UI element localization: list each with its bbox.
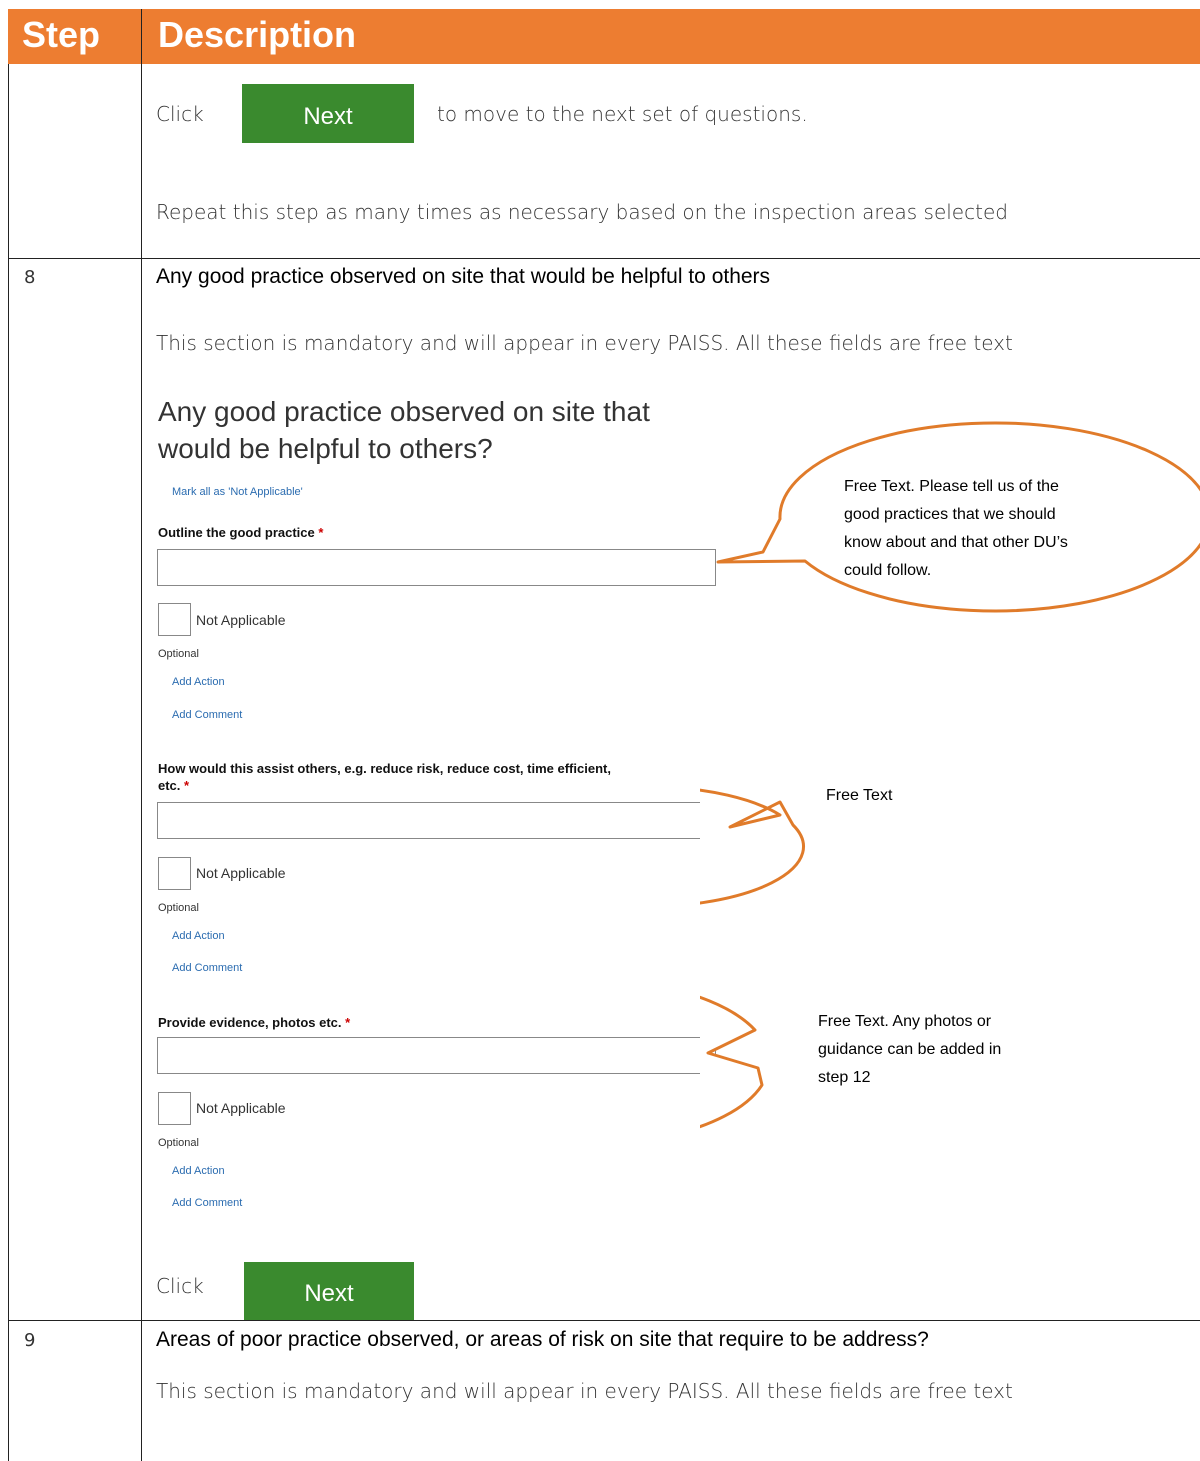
- table-left-border: [8, 64, 9, 1461]
- add-action-link[interactable]: Add Action: [172, 676, 225, 688]
- not-applicable-label: Not Applicable: [196, 612, 286, 628]
- not-applicable-label: Not Applicable: [196, 865, 286, 881]
- header-description: Description: [158, 14, 357, 55]
- callout-text-1: Free Text. Please tell us of the good pr…: [844, 478, 1068, 579]
- add-action-link[interactable]: Add Action: [172, 1165, 225, 1177]
- text-input[interactable]: [157, 1037, 716, 1074]
- step-intro: This section is mandatory and will appea…: [156, 1379, 1013, 1403]
- next-instruction: to move to the next set of questions.: [437, 102, 808, 126]
- row-divider: [8, 258, 1200, 259]
- optional-label: Optional: [158, 648, 199, 660]
- add-comment-link[interactable]: Add Comment: [172, 709, 242, 721]
- question-label: Provide evidence, photos etc. *: [158, 1015, 351, 1030]
- mark-all-na-link[interactable]: Mark all as 'Not Applicable': [172, 486, 303, 498]
- question-label: Outline the good practice *: [158, 525, 324, 540]
- row-divider: [8, 1320, 1200, 1321]
- optional-label: Optional: [158, 902, 199, 914]
- not-applicable-label: Not Applicable: [196, 1100, 286, 1116]
- column-divider: [141, 9, 142, 1461]
- not-applicable-checkbox[interactable]: [158, 857, 191, 890]
- next-button[interactable]: Next: [244, 1262, 414, 1320]
- not-applicable-checkbox[interactable]: [158, 1092, 191, 1125]
- text-input[interactable]: [157, 802, 716, 839]
- not-applicable-checkbox[interactable]: [158, 603, 191, 636]
- step-heading: Areas of poor practice observed, or area…: [156, 1328, 929, 1351]
- step-heading: Any good practice observed on site that …: [156, 265, 771, 288]
- callout-text-3: Free Text. Any photos or guidance can be…: [818, 1013, 1002, 1086]
- step-number: 8: [24, 267, 36, 288]
- callout-bubble-2: [700, 788, 805, 905]
- add-action-link[interactable]: Add Action: [172, 930, 225, 942]
- next-button[interactable]: Next: [242, 84, 414, 143]
- click-text: Click: [156, 1274, 204, 1298]
- form-title: Any good practice observed on site that …: [158, 396, 650, 464]
- optional-label: Optional: [158, 1137, 199, 1149]
- header-step: Step: [22, 14, 101, 55]
- callout-bubble-3: [700, 995, 764, 1129]
- callout-text-2: Free Text: [826, 787, 893, 804]
- click-text: Click: [156, 102, 204, 126]
- repeat-note: Repeat this step as many times as necess…: [156, 200, 1008, 224]
- step-number: 9: [24, 1330, 36, 1351]
- step-intro: This section is mandatory and will appea…: [156, 331, 1013, 355]
- text-input[interactable]: [157, 549, 716, 586]
- add-comment-link[interactable]: Add Comment: [172, 1197, 242, 1209]
- question-label: How would this assist others, e.g. reduc…: [158, 761, 611, 793]
- add-comment-link[interactable]: Add Comment: [172, 962, 242, 974]
